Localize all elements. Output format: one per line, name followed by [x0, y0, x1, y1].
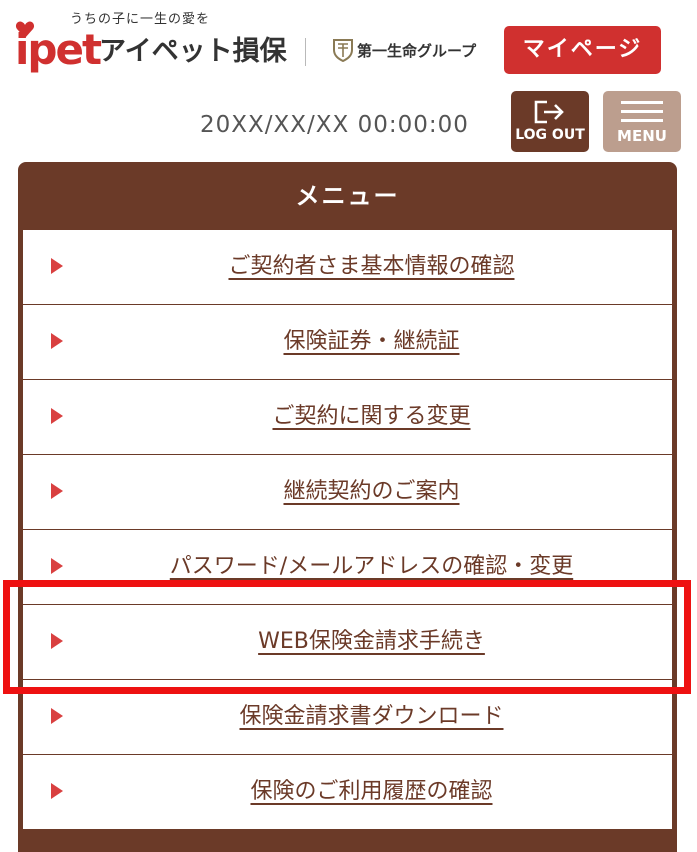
ipet-logo[interactable]: ipet — [15, 26, 102, 74]
menu-item-insurance-certificate[interactable]: 保険証券・継続証 — [23, 305, 672, 380]
current-datetime: 20XX/XX/XX 00:00:00 — [200, 112, 469, 138]
menu-item-web-claim[interactable]: WEB保険金請求手続き — [23, 605, 672, 680]
dai-ichi-emblem-icon — [333, 39, 353, 62]
menu-item-label[interactable]: WEB保険金請求手続き — [71, 605, 672, 679]
menu-item-renewal-info[interactable]: 継続契約のご案内 — [23, 455, 672, 530]
menu-item-label[interactable]: ご契約に関する変更 — [71, 380, 672, 454]
arrow-right-icon — [51, 258, 63, 274]
logout-icon — [534, 100, 564, 124]
menu-button[interactable]: MENU — [603, 91, 681, 152]
mypage-button[interactable]: マイページ — [504, 26, 661, 74]
menu-item-label[interactable]: 継続契約のご案内 — [71, 455, 672, 529]
arrow-right-icon — [51, 408, 63, 424]
company-name: アイペット損保 — [99, 36, 287, 67]
arrow-right-icon — [51, 783, 63, 799]
logout-button[interactable]: LOG OUT — [511, 91, 589, 152]
logout-label: LOG OUT — [515, 127, 585, 143]
arrow-right-icon — [51, 633, 63, 649]
menu-title: メニュー — [295, 182, 400, 210]
arrow-right-icon — [51, 558, 63, 574]
menu-item-claim-form-download[interactable]: 保険金請求書ダウンロード — [23, 680, 672, 755]
menu-item-contractor-info[interactable]: ご契約者さま基本情報の確認 — [23, 230, 672, 305]
menu-item-contract-change[interactable]: ご契約に関する変更 — [23, 380, 672, 455]
arrow-right-icon — [51, 708, 63, 724]
menu-item-label[interactable]: 保険証券・継続証 — [71, 305, 672, 379]
menu-item-password-email[interactable]: パスワード/メールアドレスの確認・変更 — [23, 530, 672, 605]
hamburger-icon — [621, 101, 663, 128]
menu-label: MENU — [617, 127, 667, 145]
group-name: 第一生命グループ — [357, 42, 477, 60]
menu-item-label[interactable]: ご契約者さま基本情報の確認 — [71, 230, 672, 304]
menu-item-label[interactable]: 保険のご利用履歴の確認 — [71, 755, 672, 829]
menu-item-usage-history[interactable]: 保険のご利用履歴の確認 — [23, 755, 672, 830]
arrow-right-icon — [51, 483, 63, 499]
menu-panel: メニュー ご契約者さま基本情報の確認 保険証券・継続証 ご契約に関する変更 継続… — [18, 162, 677, 852]
menu-list: ご契約者さま基本情報の確認 保険証券・継続証 ご契約に関する変更 継続契約のご案… — [23, 230, 672, 830]
arrow-right-icon — [51, 333, 63, 349]
menu-item-label[interactable]: パスワード/メールアドレスの確認・変更 — [71, 530, 672, 604]
header-divider — [305, 38, 306, 66]
site-header: うちの子に一生の愛を ipet アイペット損保 第一生命グループ マイページ 2… — [0, 0, 697, 160]
menu-item-label[interactable]: 保険金請求書ダウンロード — [71, 680, 672, 754]
